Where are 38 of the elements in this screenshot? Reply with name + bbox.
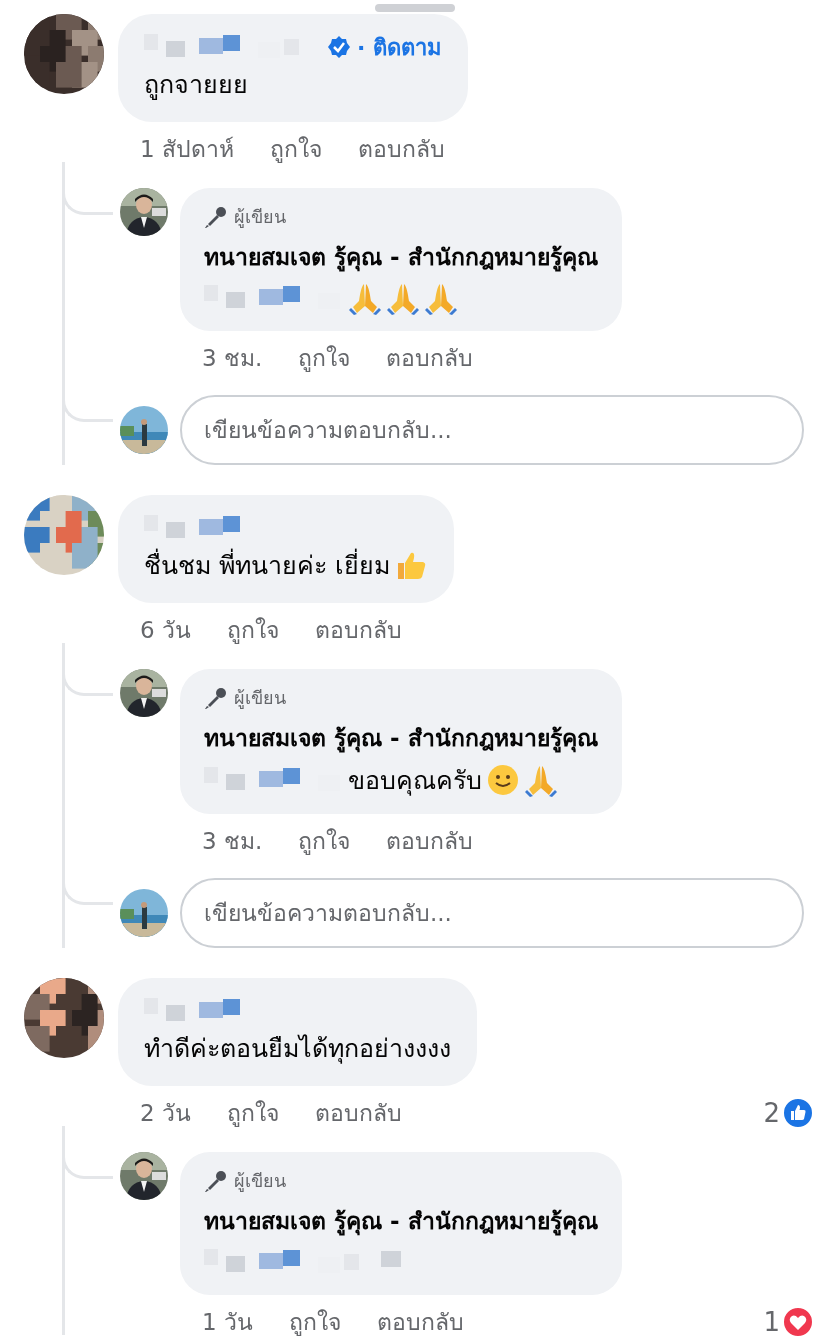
reply-link[interactable]: ตอบกลับ: [314, 1095, 402, 1131]
follow-link[interactable]: · ติดตาม: [357, 29, 443, 65]
author-label: ผู้เขียน: [234, 205, 286, 230]
reply-link[interactable]: ตอบกลับ: [376, 1304, 464, 1338]
comment-text: ทำดีค่ะตอนยืมได้ทุกอย่างงงง: [144, 1033, 451, 1066]
reaction-count: 2: [763, 1098, 780, 1128]
like-link[interactable]: ถูกใจ: [288, 1304, 341, 1338]
reply-input-field[interactable]: เขียนข้อความตอบกลับ...: [180, 395, 804, 465]
timestamp: 1 วัน: [202, 1308, 253, 1337]
author-name[interactable]: ทนายสมเจต รู้คุณ - สำนักกฎหมายรู้คุณ: [204, 1195, 598, 1239]
reply-input-field[interactable]: เขียนข้อความตอบกลับ...: [180, 878, 804, 948]
timestamp: 6 วัน: [140, 616, 191, 645]
like-link[interactable]: ถูกใจ: [269, 131, 322, 167]
timestamp: 3 ชม.: [202, 827, 263, 856]
author-name[interactable]: ทนายสมเจต รู้คุณ - สำนักกฎหมายรู้คุณ: [204, 712, 598, 756]
comment-text: ถูกจายยย: [144, 69, 248, 102]
like-link[interactable]: ถูกใจ: [226, 1095, 279, 1131]
author-label: ผู้เขียน: [234, 686, 286, 711]
smiley-icon: [486, 763, 520, 797]
timestamp: 3 ชม.: [202, 344, 263, 373]
comment-text: ชื่นชม พี่ทนายค่ะ เยี่ยม: [144, 545, 390, 585]
reply-link[interactable]: ตอบกลับ: [386, 340, 474, 376]
reply-text: ขอบคุณครับ: [348, 765, 482, 798]
reply-link[interactable]: ตอบกลับ: [386, 823, 474, 859]
microphone-icon: [204, 685, 228, 710]
author-label: ผู้เขียน: [234, 1169, 286, 1194]
timestamp: 1 สัปดาห์: [140, 135, 234, 164]
like-link[interactable]: ถูกใจ: [226, 612, 279, 648]
reply-link[interactable]: ตอบกลับ: [357, 131, 445, 167]
drag-handle[interactable]: [375, 4, 455, 12]
author-name[interactable]: ทนายสมเจต รู้คุณ - สำนักกฎหมายรู้คุณ: [204, 231, 598, 275]
like-link[interactable]: ถูกใจ: [298, 340, 351, 376]
microphone-icon: [204, 204, 228, 229]
timestamp: 2 วัน: [140, 1099, 191, 1128]
reaction-count: 1: [763, 1307, 780, 1337]
like-link[interactable]: ถูกใจ: [298, 823, 351, 859]
microphone-icon: [204, 1168, 228, 1193]
reply-link[interactable]: ตอบกลับ: [314, 612, 402, 648]
